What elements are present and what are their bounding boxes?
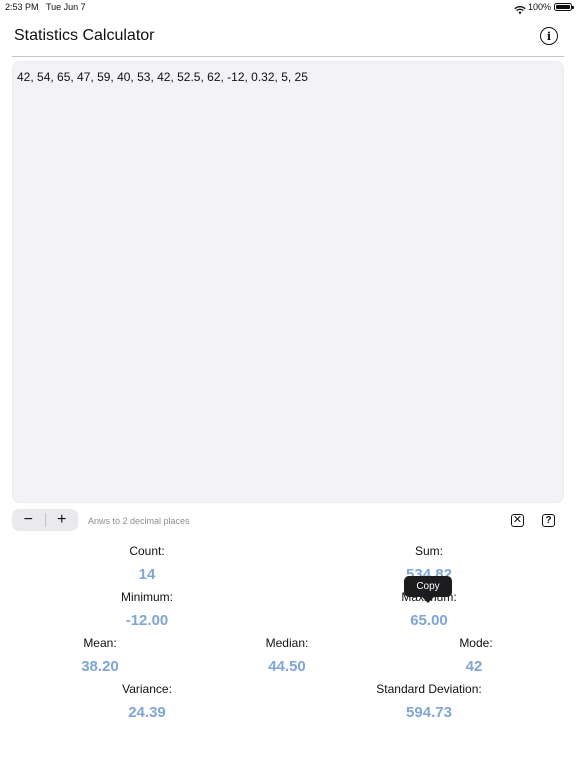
minimum-value[interactable]: -12.00 — [97, 612, 197, 629]
variance-label: Variance: — [122, 682, 172, 696]
precision-hint: Anws to 2 decimal places — [88, 516, 190, 526]
mode-label: Mode: — [459, 636, 493, 650]
battery-icon — [554, 3, 574, 11]
mean-value[interactable]: 38.20 — [50, 658, 150, 675]
decrement-button[interactable]: − — [12, 509, 45, 531]
copy-tooltip[interactable]: Copy — [404, 576, 452, 603]
mode-value[interactable]: 42 — [424, 658, 524, 675]
info-circle-icon[interactable]: i — [540, 27, 558, 45]
std-dev-value[interactable]: 594.73 — [379, 704, 479, 721]
status-date: Tue Jun 7 — [46, 2, 86, 12]
mean-label: Mean: — [83, 636, 117, 650]
data-input[interactable]: 42, 54, 65, 47, 59, 40, 53, 42, 52.5, 62… — [12, 61, 564, 503]
tooltip-arrow — [422, 597, 434, 603]
minimum-label: Minimum: — [120, 590, 173, 604]
maximum-value[interactable]: 65.00 — [379, 612, 479, 629]
std-dev-label: Standard Deviation: — [376, 682, 482, 696]
count-label: Count: — [129, 544, 165, 558]
battery-fill — [556, 5, 570, 9]
median-label: Median: — [265, 636, 309, 650]
decimal-stepper[interactable]: − + — [12, 509, 78, 531]
sum-label: Sum: — [414, 544, 443, 558]
median-value[interactable]: 44.50 — [237, 658, 337, 675]
count-value[interactable]: 14 — [97, 566, 197, 583]
copy-button[interactable]: Copy — [404, 576, 452, 597]
battery-percent: 100% — [528, 2, 552, 12]
header-divider — [12, 56, 564, 57]
x-square-icon[interactable]: ✕ — [511, 514, 524, 527]
wifi-icon — [514, 2, 526, 20]
question-square-icon[interactable]: ? — [542, 514, 555, 527]
variance-value[interactable]: 24.39 — [97, 704, 197, 721]
increment-button[interactable]: + — [46, 509, 79, 531]
status-time: 2:53 PM — [5, 2, 39, 12]
page-title: Statistics Calculator — [14, 27, 155, 44]
